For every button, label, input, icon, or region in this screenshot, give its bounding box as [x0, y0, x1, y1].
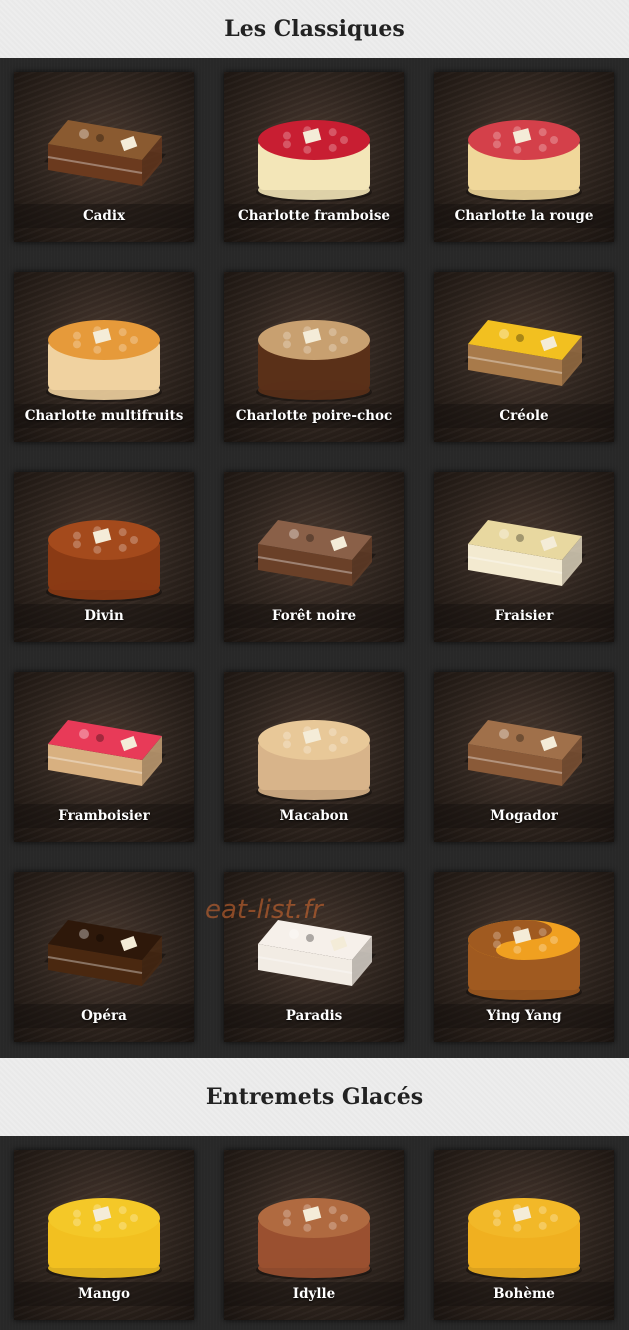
tile-caption: Mogador — [434, 804, 614, 828]
tile-caption: Mango — [14, 1282, 194, 1306]
gallery-grid-entremets-glaces: Mango Idylle Bohème — [0, 1136, 629, 1330]
cake-rect-white-icon — [254, 920, 376, 986]
gallery-tile[interactable]: Opéra — [14, 872, 194, 1042]
gallery-tile[interactable]: Ying Yang — [434, 872, 614, 1042]
cake-round-chocolate-icon — [256, 320, 372, 402]
tile-caption: Cadix — [14, 204, 194, 228]
gallery-tile[interactable]: Charlotte framboise — [224, 72, 404, 242]
gallery-tile[interactable]: Cadix — [14, 72, 194, 242]
gallery-tile[interactable]: Charlotte multifruits — [14, 272, 194, 442]
tile-caption: Charlotte multifruits — [14, 404, 194, 428]
cake-rect-chocolate-icon — [254, 520, 376, 586]
cake-rect-pink-icon — [44, 720, 166, 786]
tile-caption: Forêt noire — [224, 604, 404, 628]
cake-round-boheme-icon — [466, 1198, 582, 1280]
cake-round-raspberry-icon — [256, 120, 372, 202]
tile-caption: Charlotte framboise — [224, 204, 404, 228]
cake-round-mango-icon — [46, 1198, 162, 1280]
tile-caption: Charlotte poire-choc — [224, 404, 404, 428]
tile-caption: Fraisier — [434, 604, 614, 628]
tile-caption: Macabon — [224, 804, 404, 828]
tile-caption: Opéra — [14, 1004, 194, 1028]
tile-caption: Framboisier — [14, 804, 194, 828]
gallery-tile[interactable]: Mogador — [434, 672, 614, 842]
gallery-tile[interactable]: Framboisier — [14, 672, 194, 842]
section-title-text: Les Classiques — [224, 16, 405, 42]
gallery-tile[interactable]: Charlotte la rouge — [434, 72, 614, 242]
gallery-tile[interactable]: Mango — [14, 1150, 194, 1320]
gallery-tile[interactable]: Idylle — [224, 1150, 404, 1320]
gallery-grid-les-classiques: Cadix Charlotte framboise Charlotte la rou… — [0, 58, 629, 1058]
cake-rect-chocolate-icon — [44, 120, 166, 186]
tile-caption: Idylle — [224, 1282, 404, 1306]
cake-round-raspberry-icon — [466, 120, 582, 202]
gallery-tile[interactable]: Fraisier — [434, 472, 614, 642]
section-title-text: Entremets Glacés — [205, 1084, 424, 1110]
gallery-tile[interactable]: Bohème — [434, 1150, 614, 1320]
gallery-tile[interactable]: Divin — [14, 472, 194, 642]
cake-rect-yellow-icon — [464, 320, 586, 386]
cake-rect-opera-icon — [44, 920, 166, 986]
tile-caption: Divin — [14, 604, 194, 628]
cake-round-yinyang-icon — [466, 920, 582, 1002]
cake-round-macaron-icon — [256, 720, 372, 802]
gallery-tile[interactable]: Créole — [434, 272, 614, 442]
cake-round-glazed-icon — [46, 520, 162, 602]
gallery-tile[interactable]: Forêt noire — [224, 472, 404, 642]
tile-caption: Ying Yang — [434, 1004, 614, 1028]
gallery-tile[interactable]: Paradis — [224, 872, 404, 1042]
cake-rect-strawberry-icon — [464, 520, 586, 586]
section-title-les-classiques: Les Classiques — [0, 0, 629, 58]
tile-caption: Bohème — [434, 1282, 614, 1306]
cake-rect-chocolate-icon — [464, 720, 586, 786]
tile-caption: Créole — [434, 404, 614, 428]
section-title-entremets-glaces: Entremets Glacés — [0, 1058, 629, 1136]
gallery-tile[interactable]: Macabon — [224, 672, 404, 842]
tile-caption: Paradis — [224, 1004, 404, 1028]
gallery-tile[interactable]: Charlotte poire-choc — [224, 272, 404, 442]
cake-round-chocolate-glace-icon — [256, 1198, 372, 1280]
cake-round-fruits-icon — [46, 320, 162, 402]
tile-caption: Charlotte la rouge — [434, 204, 614, 228]
